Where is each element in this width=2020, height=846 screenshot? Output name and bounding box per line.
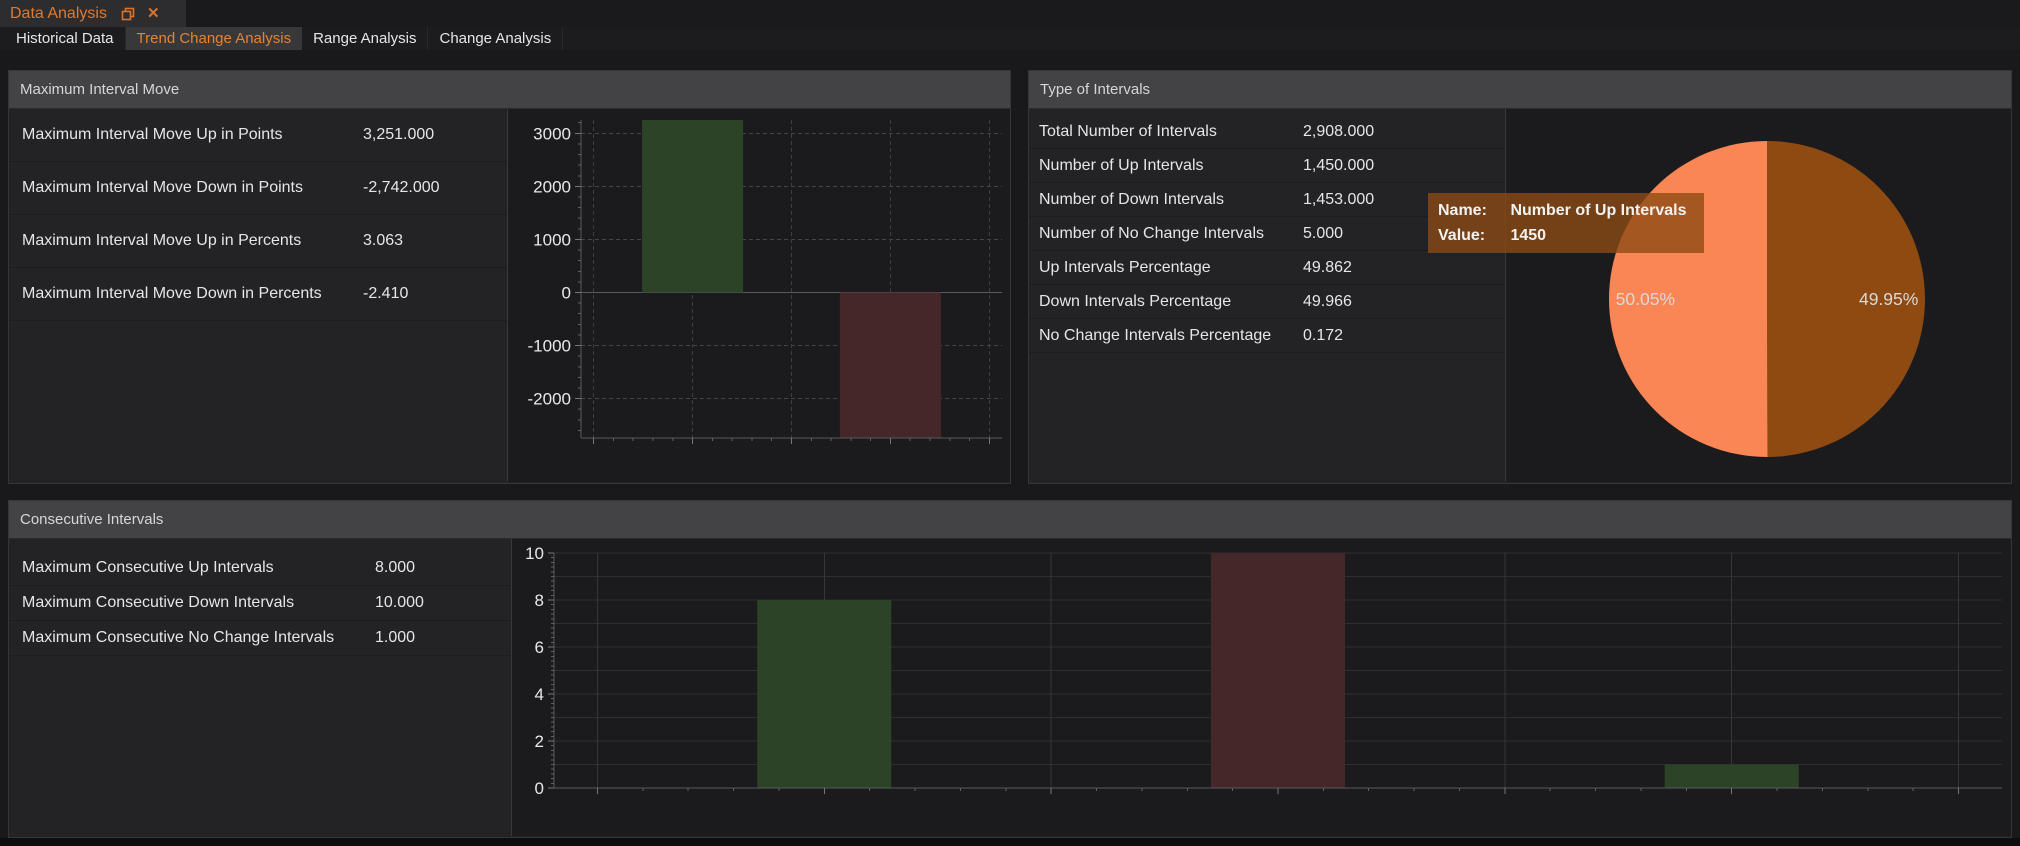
row-label: Maximum Consecutive Up Intervals [22, 559, 274, 577]
svg-text:6: 6 [535, 638, 544, 657]
close-icon[interactable]: ✕ [147, 7, 160, 21]
document-tab-data-analysis[interactable]: Data Analysis ✕ [0, 0, 186, 27]
table-row[interactable]: Maximum Interval Move Up in Percents 3.06… [9, 215, 507, 268]
tab-historical-data[interactable]: Historical Data [5, 27, 126, 50]
row-label: Number of Up Intervals [1039, 157, 1204, 175]
document-tab-title: Data Analysis [10, 5, 107, 23]
table-row[interactable]: Total Number of Intervals 2,908.000 [1029, 115, 1505, 149]
type-of-intervals-pie-chart[interactable]: 49.95% 50.05% [1506, 109, 2011, 482]
tab-range-analysis[interactable]: Range Analysis [302, 27, 428, 50]
row-label: Maximum Interval Move Up in Points [22, 126, 283, 144]
row-value: -2.410 [363, 285, 408, 303]
panel-maximum-interval-move: Maximum Interval Move Maximum Interval M… [8, 70, 1011, 484]
row-label: Up Intervals Percentage [1039, 259, 1211, 277]
svg-text:49.95%: 49.95% [1859, 289, 1918, 309]
row-value: 5.000 [1303, 225, 1343, 243]
row-label: No Change Intervals Percentage [1039, 327, 1271, 345]
table-row[interactable]: Down Intervals Percentage 49.966 [1029, 285, 1505, 319]
consecutive-intervals-table: Maximum Consecutive Up Intervals8.000Max… [9, 539, 512, 836]
row-value: 10.000 [375, 594, 424, 612]
row-label: Maximum Consecutive Down Intervals [22, 594, 294, 612]
panel-title: Consecutive Intervals [20, 511, 163, 528]
maximum-interval-move-bar-chart[interactable]: 3000 2000 1000 0 -1000 -2000 [508, 109, 1010, 482]
row-value: 1,450.000 [1303, 157, 1374, 175]
table-row[interactable]: Up Intervals Percentage 49.862 [1029, 251, 1505, 285]
consecutive-intervals-bar-chart[interactable]: 10 8 6 4 2 0 [512, 539, 2011, 836]
table-row[interactable]: Maximum Interval Move Down in Percents -2… [9, 268, 507, 321]
tooltip-name-value: Number of Up Intervals [1510, 202, 1686, 219]
row-value: 49.862 [1303, 259, 1352, 277]
chart-tooltip: Name: Number of Up Intervals Value: 1450 [1428, 193, 1704, 253]
row-label: Number of Down Intervals [1039, 191, 1224, 209]
svg-text:1000: 1000 [533, 230, 571, 249]
tooltip-name-row: Name: Number of Up Intervals [1438, 198, 1694, 223]
svg-text:50.05%: 50.05% [1616, 289, 1675, 309]
window-titlebar: Data Analysis ✕ [0, 0, 2020, 27]
svg-text:3000: 3000 [533, 124, 571, 143]
panel-header-maximum-interval-move: Maximum Interval Move [9, 71, 1010, 109]
row-label: Total Number of Intervals [1039, 123, 1217, 141]
table-row[interactable]: Maximum Interval Move Down in Points -2,7… [9, 162, 507, 215]
table-row[interactable]: Maximum Consecutive No Change Intervals 1… [9, 621, 511, 656]
tooltip-value-row: Value: 1450 [1438, 223, 1694, 248]
row-value: -2,742.000 [363, 179, 440, 197]
data-analysis-window: Data Analysis ✕ Historical Data Trend Ch… [0, 0, 2020, 846]
table-row[interactable]: Maximum Consecutive Down Intervals 10.000 [9, 586, 511, 621]
tab-trend-change-analysis[interactable]: Trend Change Analysis [126, 27, 303, 50]
svg-text:-1000: -1000 [528, 337, 571, 356]
svg-text:0: 0 [562, 284, 571, 303]
table-row[interactable]: No Change Intervals Percentage 0.172 [1029, 319, 1505, 353]
svg-text:2000: 2000 [533, 177, 571, 196]
svg-text:10: 10 [525, 544, 544, 563]
row-value: 1,453.000 [1303, 191, 1374, 209]
row-value: 1.000 [375, 629, 415, 647]
row-label: Number of No Change Intervals [1039, 225, 1264, 243]
row-value: 8.000 [375, 559, 415, 577]
window-bottom-edge [0, 838, 2020, 846]
row-label: Down Intervals Percentage [1039, 293, 1231, 311]
svg-text:-2000: -2000 [528, 390, 571, 409]
table-row[interactable]: Maximum Consecutive Up Intervals 8.000 [9, 551, 511, 586]
row-value: 49.966 [1303, 293, 1352, 311]
svg-text:8: 8 [535, 591, 544, 610]
row-label: Maximum Interval Move Down in Points [22, 179, 303, 197]
row-label: Maximum Consecutive No Change Intervals [22, 629, 334, 647]
panel-consecutive-intervals: Consecutive Intervals Maximum Consecutiv… [8, 500, 2012, 838]
table-row[interactable]: Number of Up Intervals 1,450.000 [1029, 149, 1505, 183]
row-value: 3,251.000 [363, 126, 434, 144]
panel-header-consecutive-intervals: Consecutive Intervals [9, 501, 2011, 539]
tooltip-value-label: Value: [1438, 223, 1506, 248]
row-value: 3.063 [363, 232, 403, 250]
tooltip-value-value: 1450 [1510, 227, 1546, 244]
row-label: Maximum Interval Move Down in Percents [22, 285, 322, 303]
svg-text:2: 2 [535, 732, 544, 751]
tab-change-analysis[interactable]: Change Analysis [428, 27, 563, 50]
svg-text:0: 0 [535, 779, 544, 798]
row-value: 2,908.000 [1303, 123, 1374, 141]
float-window-icon[interactable] [121, 7, 135, 21]
panel-header-type-of-intervals: Type of Intervals [1029, 71, 2011, 109]
panel-type-of-intervals: Type of Intervals Total Number of Interv… [1028, 70, 2012, 484]
maximum-interval-move-table: Maximum Interval Move Up in Points 3,251.… [9, 109, 508, 482]
row-value: 0.172 [1303, 327, 1343, 345]
panel-title: Type of Intervals [1040, 81, 1150, 98]
svg-text:4: 4 [535, 685, 544, 704]
type-of-intervals-table: Total Number of Intervals 2,908.000 Number… [1029, 109, 1506, 482]
row-label: Maximum Interval Move Up in Percents [22, 232, 301, 250]
panel-title: Maximum Interval Move [20, 81, 179, 98]
tooltip-name-label: Name: [1438, 198, 1506, 223]
analysis-tabstrip: Historical Data Trend Change Analysis Ra… [0, 27, 2020, 50]
table-row[interactable]: Maximum Interval Move Up in Points 3,251.… [9, 109, 507, 162]
